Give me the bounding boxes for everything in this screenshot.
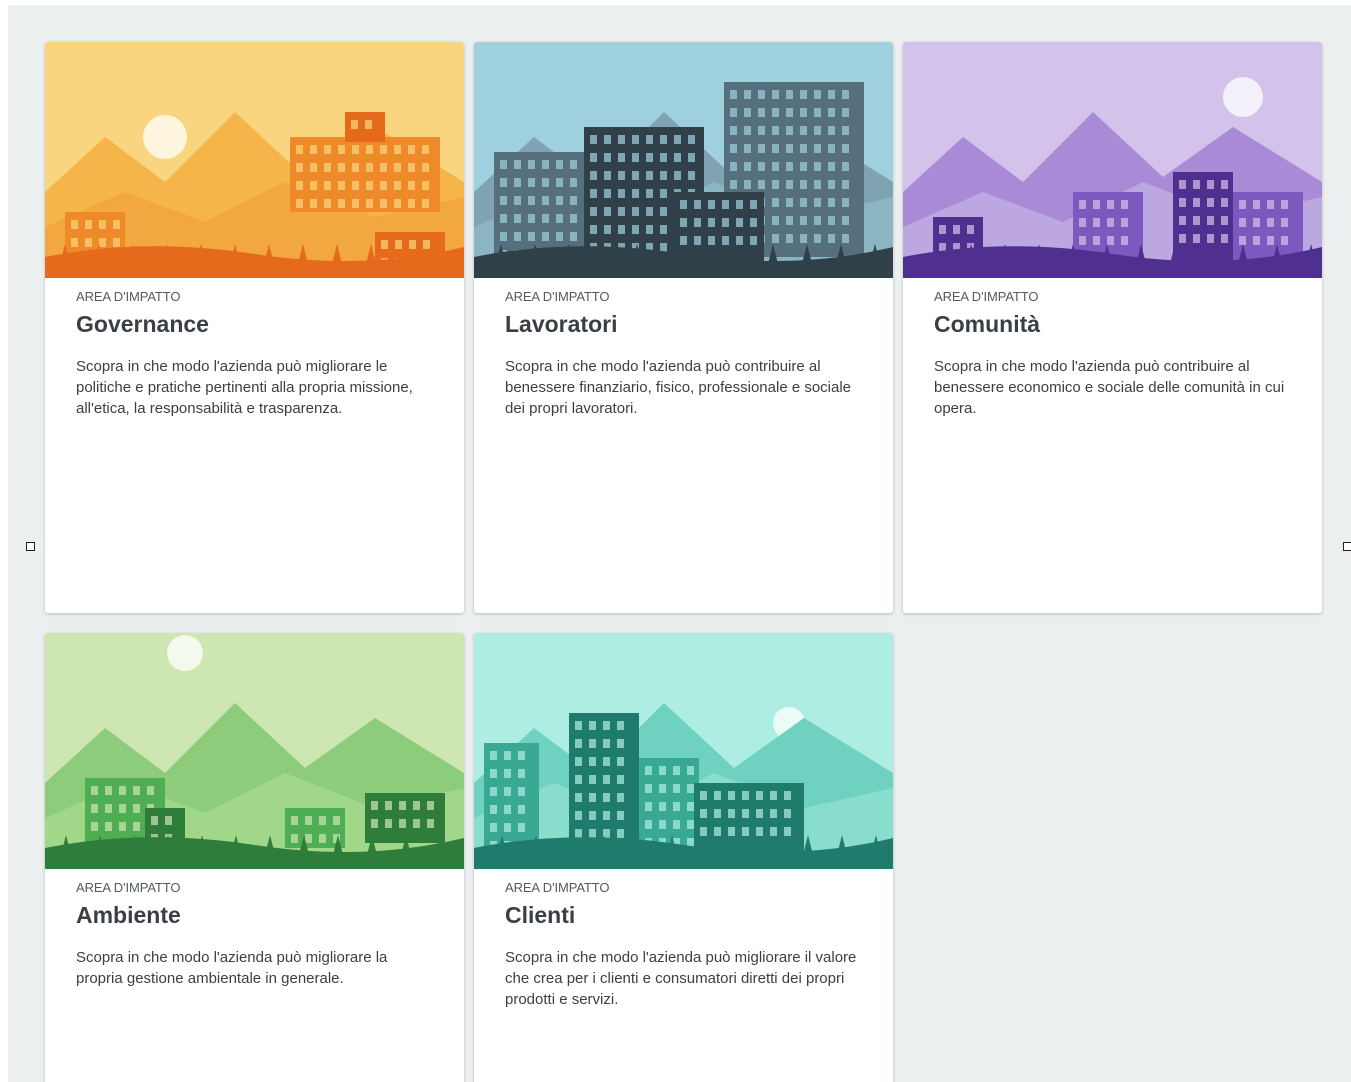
card-eyebrow: AREA D'IMPATTO bbox=[505, 880, 610, 895]
governance-illustration bbox=[45, 42, 464, 278]
card-eyebrow: AREA D'IMPATTO bbox=[934, 289, 1039, 304]
impact-card-comunita[interactable]: AREA D'IMPATTO Comunità Scopra in che mo… bbox=[903, 42, 1322, 613]
card-title: Governance bbox=[76, 311, 209, 337]
impact-card-lavoratori[interactable]: AREA D'IMPATTO Lavoratori Scopra in che … bbox=[474, 42, 893, 613]
card-description: Scopra in che modo l'azienda può contrib… bbox=[934, 358, 1285, 417]
ambiente-illustration bbox=[45, 633, 464, 869]
impact-card-governance[interactable]: AREA D'IMPATTO Governance Scopra in che … bbox=[45, 42, 464, 613]
right-edge-handle[interactable] bbox=[1343, 542, 1351, 551]
card-description: Scopra in che modo l'azienda può miglior… bbox=[76, 358, 413, 417]
impact-card-ambiente[interactable]: AREA D'IMPATTO Ambiente Scopra in che mo… bbox=[45, 633, 464, 1082]
lavoratori-illustration bbox=[474, 42, 893, 278]
impact-areas-panel: AREA D'IMPATTO Governance Scopra in che … bbox=[8, 5, 1351, 1082]
card-description: Scopra in che modo l'azienda può miglior… bbox=[76, 949, 388, 987]
left-edge-handle[interactable] bbox=[26, 542, 35, 551]
comunita-illustration bbox=[903, 42, 1322, 278]
card-eyebrow: AREA D'IMPATTO bbox=[76, 289, 181, 304]
clienti-illustration bbox=[474, 633, 893, 869]
card-title: Clienti bbox=[505, 902, 576, 928]
card-eyebrow: AREA D'IMPATTO bbox=[505, 289, 610, 304]
card-description: Scopra in che modo l'azienda può contrib… bbox=[505, 358, 852, 417]
impact-card-clienti[interactable]: AREA D'IMPATTO Clienti Scopra in che mod… bbox=[474, 633, 893, 1082]
card-title: Comunità bbox=[934, 311, 1041, 337]
card-title: Lavoratori bbox=[505, 311, 618, 337]
card-title: Ambiente bbox=[76, 902, 181, 928]
card-description: Scopra in che modo l'azienda può miglior… bbox=[505, 949, 857, 1008]
card-eyebrow: AREA D'IMPATTO bbox=[76, 880, 181, 895]
